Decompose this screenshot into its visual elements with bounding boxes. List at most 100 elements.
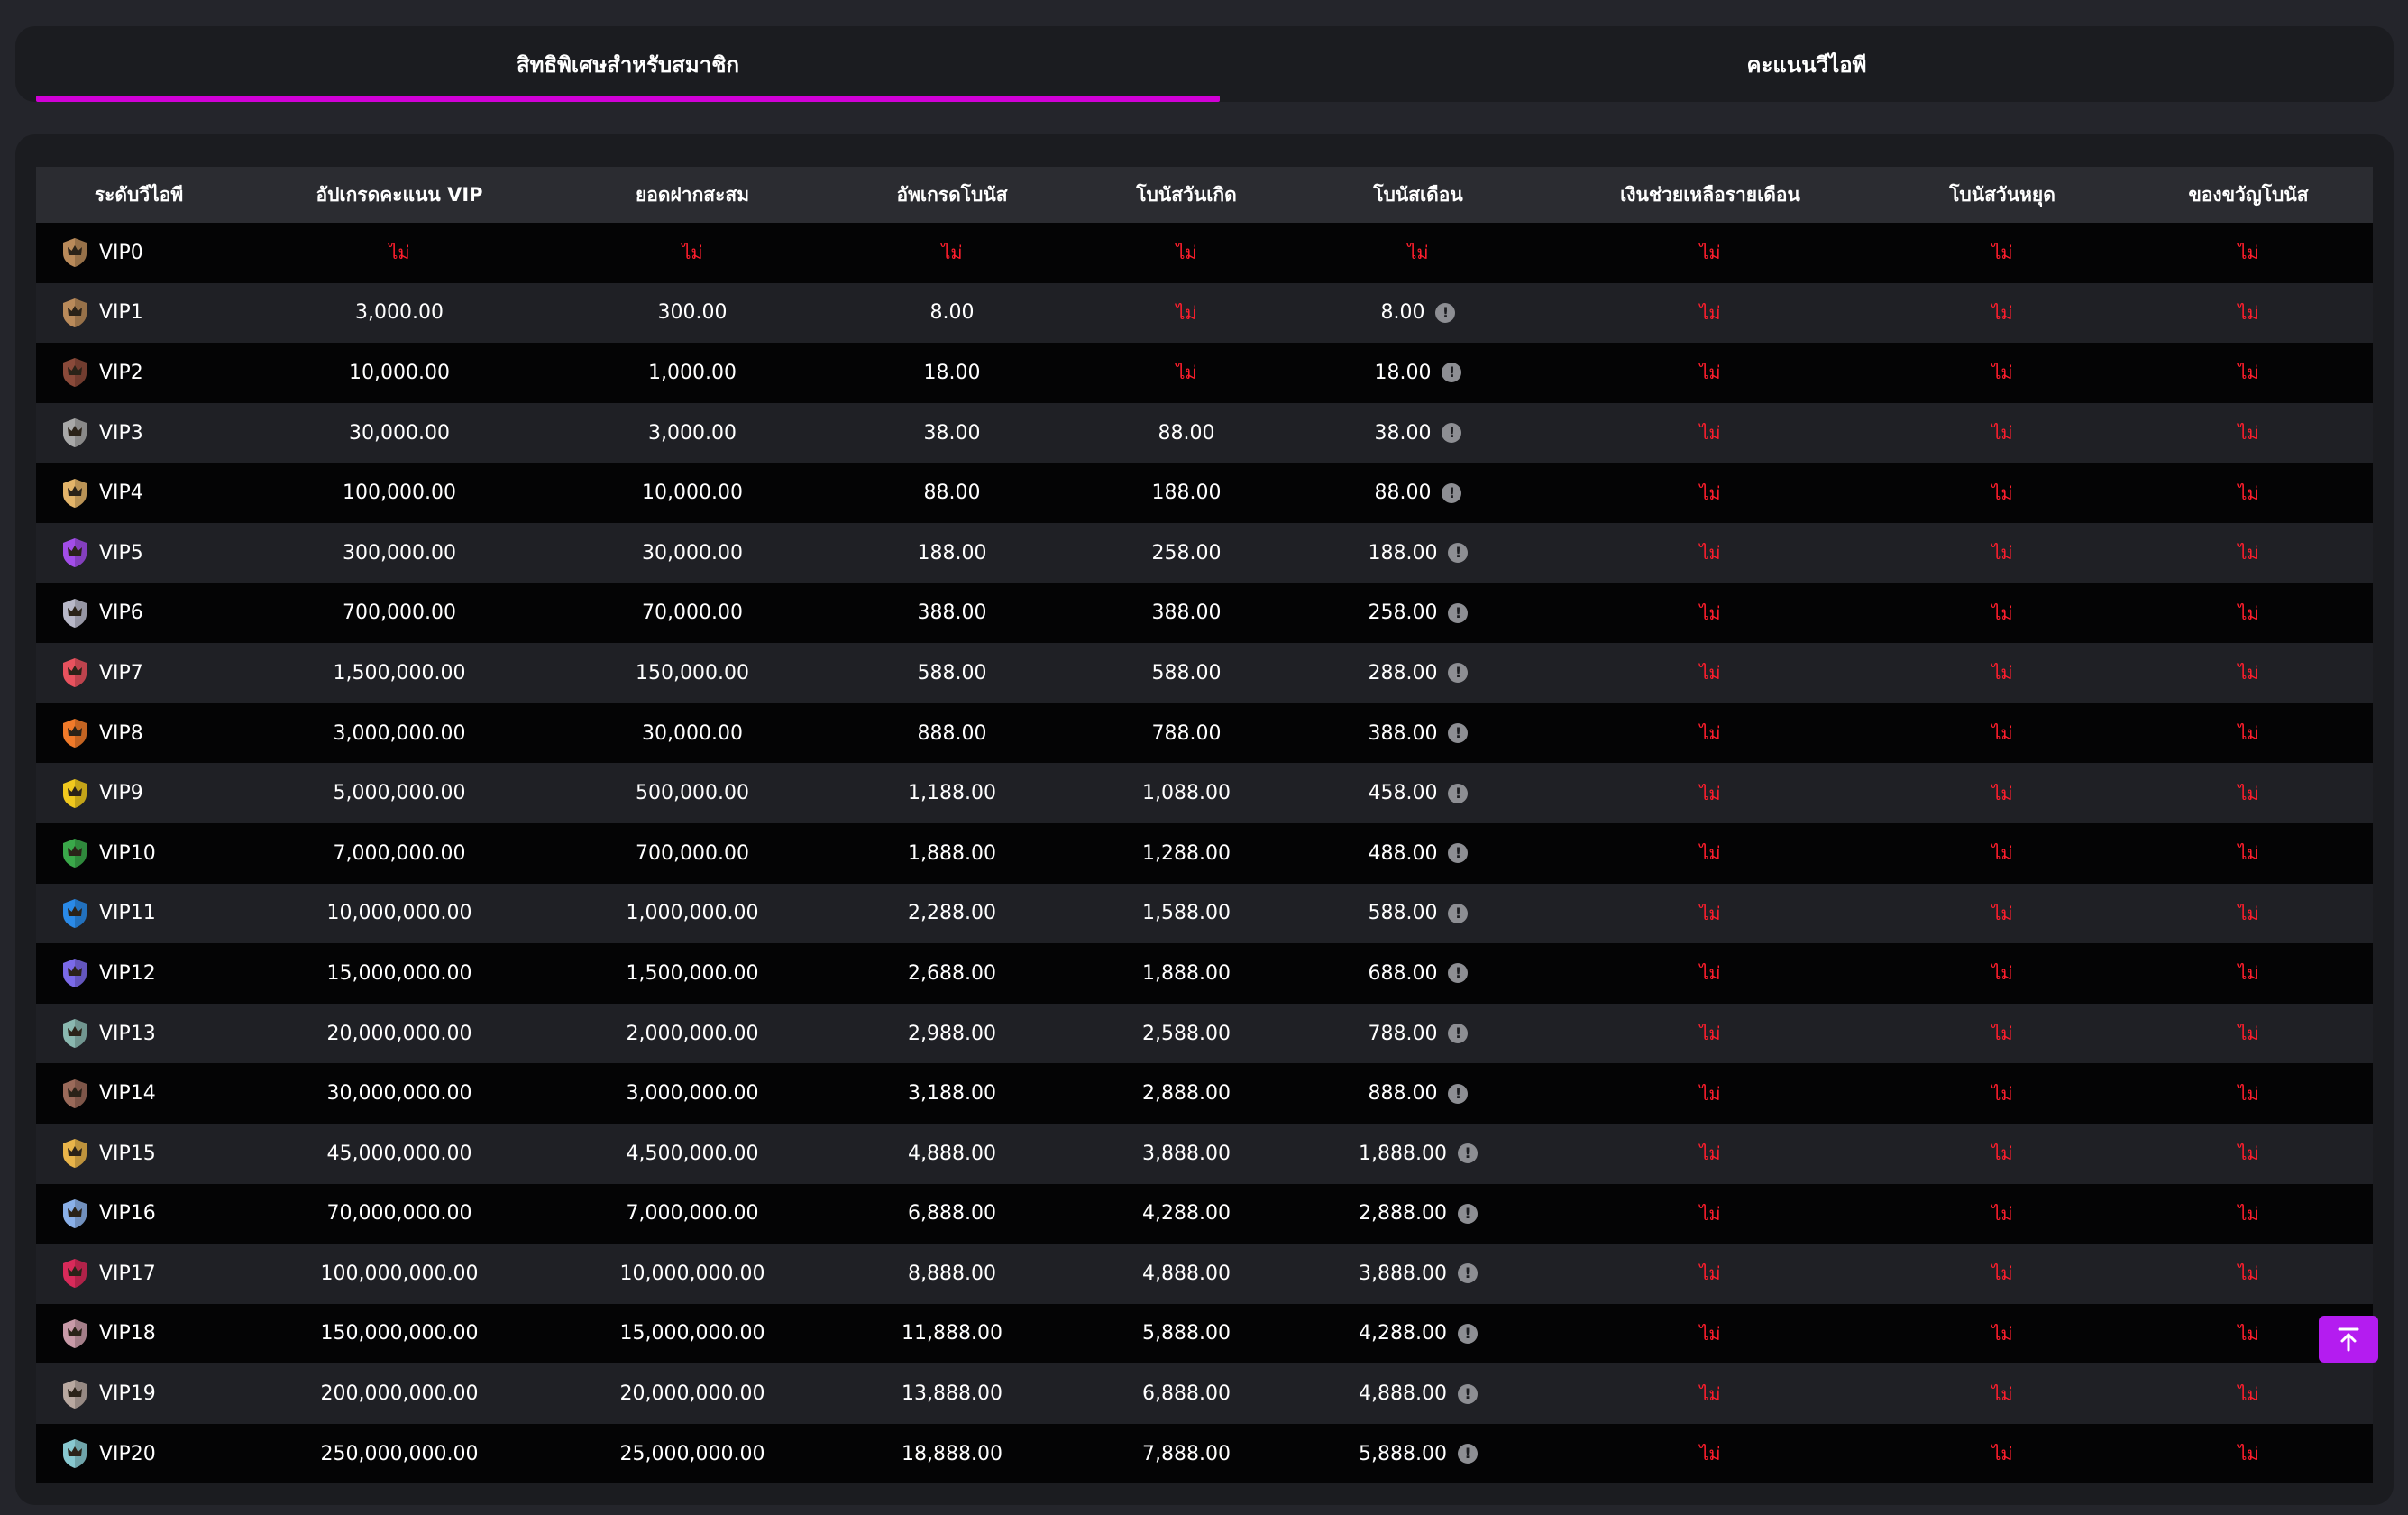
cell-deposit: 2,000,000.00 [557,1004,828,1064]
cell-monthly-bonus: 488.00! [1296,823,1540,884]
cell-upgrade-points-value: 200,000,000.00 [320,1382,479,1406]
vip-level-label: VIP4 [99,482,143,505]
table-row: VIP20 250,000,000.00 25,000,000.00 18,888.0… [36,1423,2373,1484]
cell-holiday-bonus-value: ไม่ [1991,301,2013,324]
cell-birthday-bonus-value: ไม่ [1176,242,1197,264]
cell-monthly-support: ไม่ [1540,223,1881,283]
table-row: VIP14 30,000,000.00 3,000,000.00 3,188.00 2,… [36,1063,2373,1124]
tab-vip-points[interactable]: คะแนนวีไอพี [1220,26,2394,102]
cell-holiday-bonus-value: ไม่ [1991,422,2013,445]
cell-gift-bonus-value: ไม่ [2238,842,2259,865]
cell-monthly-bonus-value: 1,888.00 [1359,1142,1447,1165]
cell-gift-bonus-value: ไม่ [2238,782,2259,804]
info-icon[interactable]: ! [1448,783,1469,803]
cell-deposit: 4,500,000.00 [557,1124,828,1184]
info-icon[interactable]: ! [1457,1143,1478,1164]
info-icon[interactable]: ! [1448,903,1469,923]
info-icon[interactable]: ! [1448,843,1469,864]
info-icon[interactable]: ! [1457,1383,1478,1404]
header-deposit: ยอดฝากสะสม [635,183,750,206]
cell-upgrade-bonus-value: ไม่ [941,242,963,264]
cell-holiday-bonus: ไม่ [1881,343,2124,403]
cell-gift-bonus: ไม่ [2124,343,2373,403]
table-header-row: ระดับวีไอพี อัปเกรดคะแนน VIP ยอดฝากสะสม … [36,167,2373,223]
cell-monthly-bonus-value: 288.00 [1368,661,1438,684]
cell-monthly-support: ไม่ [1540,583,1881,644]
cell-monthly-bonus: 188.00! [1296,523,1540,583]
cell-deposit: ไม่ [557,223,828,283]
info-icon[interactable]: ! [1457,1323,1478,1344]
info-icon[interactable]: ! [1448,1083,1469,1104]
cell-gift-bonus-value: ไม่ [2238,962,2259,985]
info-icon[interactable]: ! [1457,1263,1478,1284]
cell-level: VIP20 [36,1424,242,1484]
cell-monthly-bonus: 1,888.00! [1296,1124,1540,1184]
cell-level: VIP19 [36,1364,242,1424]
vip-level-label: VIP0 [99,241,143,264]
cell-holiday-bonus-value: ไม่ [1991,1262,2013,1285]
cell-deposit: 1,000,000.00 [557,884,828,944]
info-icon[interactable]: ! [1442,363,1462,383]
info-icon[interactable]: ! [1442,482,1462,503]
cell-level: VIP11 [36,884,242,944]
cell-birthday-bonus-value: 588.00 [1151,661,1222,684]
cell-upgrade-points-value: 30,000.00 [349,421,450,445]
vip-level-label: VIP18 [99,1322,156,1345]
info-icon[interactable]: ! [1457,1203,1478,1224]
cell-monthly-support: ไม่ [1540,1304,1881,1364]
cell-upgrade-bonus: 3,188.00 [828,1063,1076,1124]
crown-shield-icon [63,658,87,688]
cell-gift-bonus: ไม่ [2124,1004,2373,1064]
cell-gift-bonus-value: ไม่ [2238,362,2259,384]
cell-birthday-bonus-value: 4,888.00 [1142,1262,1231,1285]
cell-gift-bonus: ไม่ [2124,463,2373,523]
cell-upgrade-bonus: 11,888.00 [828,1304,1076,1364]
cell-level: VIP1 [36,283,242,344]
cell-upgrade-points: ไม่ [242,223,557,283]
cell-holiday-bonus-value: ไม่ [1991,662,2013,684]
info-icon[interactable]: ! [1448,963,1469,984]
cell-birthday-bonus-value: 188.00 [1151,482,1222,505]
cell-birthday-bonus: ไม่ [1076,223,1296,283]
table-row: VIP17 100,000,000.00 10,000,000.00 8,888.00… [36,1244,2373,1304]
info-icon[interactable]: ! [1448,602,1469,623]
cell-holiday-bonus-value: ไม่ [1991,542,2013,565]
cell-birthday-bonus-value: 258.00 [1151,541,1222,565]
info-icon[interactable]: ! [1448,723,1469,744]
cell-birthday-bonus-value: 88.00 [1158,421,1215,445]
info-icon[interactable]: ! [1457,1444,1478,1464]
cell-monthly-support: ไม่ [1540,1124,1881,1184]
cell-deposit-value: 7,000,000.00 [626,1202,759,1226]
info-icon[interactable]: ! [1448,543,1469,564]
crown-shield-icon [63,418,87,448]
cell-deposit: 300.00 [557,283,828,344]
cell-monthly-support: ไม่ [1540,703,1881,764]
crown-shield-icon [63,1318,87,1348]
info-icon[interactable]: ! [1448,1024,1469,1044]
cell-deposit-value: 10,000,000.00 [619,1262,765,1285]
cell-upgrade-bonus: 8.00 [828,283,1076,344]
table-row: VIP7 1,500,000.00 150,000.00 588.00 588.00 28… [36,643,2373,703]
cell-gift-bonus-value: ไม่ [2238,242,2259,264]
cell-monthly-bonus-value: 2,888.00 [1359,1202,1447,1226]
info-icon[interactable]: ! [1448,663,1469,684]
cell-monthly-support-value: ไม่ [1699,1023,1721,1045]
tab-member-privileges[interactable]: สิทธิพิเศษสำหรับสมาชิก [36,26,1220,102]
cell-birthday-bonus: 88.00 [1076,403,1296,464]
info-icon[interactable]: ! [1442,423,1462,444]
scroll-to-top-button[interactable] [2319,1316,2378,1363]
cell-upgrade-bonus-value: 11,888.00 [902,1322,1003,1345]
table-row: VIP5 300,000.00 30,000.00 188.00 258.00 188.0… [36,522,2373,583]
cell-upgrade-points: 7,000,000.00 [242,823,557,884]
cell-monthly-support: ไม่ [1540,1184,1881,1244]
crown-shield-icon [63,1019,87,1049]
cell-deposit: 3,000.00 [557,403,828,464]
cell-gift-bonus: ไม่ [2124,1424,2373,1484]
table-row: VIP6 700,000.00 70,000.00 388.00 388.00 258.0… [36,583,2373,644]
cell-upgrade-bonus: 2,688.00 [828,943,1076,1004]
cell-level: VIP2 [36,343,242,403]
arrow-up-to-top-icon [2338,1327,2359,1352]
cell-deposit-value: 3,000.00 [648,421,737,445]
info-icon[interactable]: ! [1435,302,1456,323]
cell-gift-bonus: ไม่ [2124,223,2373,283]
